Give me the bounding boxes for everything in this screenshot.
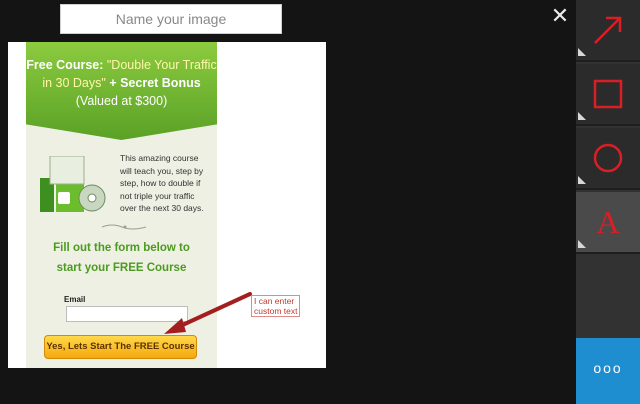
- text-icon: A: [596, 204, 620, 240]
- banner-quote-2: in 30 Days": [42, 76, 106, 90]
- close-icon[interactable]: ✕: [548, 4, 572, 28]
- arrow-tool-corner: [578, 48, 586, 56]
- annotation-text[interactable]: I can enter custom text: [251, 295, 301, 317]
- course-description: This amazing course will teach you, step…: [120, 153, 204, 213]
- square-icon: [593, 79, 623, 109]
- ornament-divider: [101, 224, 147, 230]
- rectangle-tool-corner: [578, 112, 586, 120]
- start-course-button: Yes, Lets Start The FREE Course: [44, 335, 197, 359]
- email-label: Email: [64, 295, 86, 304]
- image-canvas[interactable]: Free Course: "Double Your Traffic in 30 …: [8, 42, 326, 368]
- annotation-text-line2: custom text: [254, 306, 298, 316]
- banner-bonus: + Secret Bonus: [109, 76, 201, 90]
- rectangle-tool[interactable]: [576, 64, 640, 126]
- form-heading-line2: start your FREE Course: [56, 262, 187, 274]
- banner-text: Free Course: "Double Your Traffic in 30 …: [26, 56, 217, 110]
- ellipse-tool-corner: [578, 176, 586, 184]
- text-tool[interactable]: A: [576, 192, 640, 254]
- banner-free-course: Free Course:: [26, 58, 104, 72]
- image-name-input[interactable]: [61, 5, 281, 33]
- form-heading-line1: Fill out the form below to: [53, 242, 190, 254]
- arrow-tool[interactable]: [576, 0, 640, 62]
- banner-value: (Valued at $300): [75, 94, 168, 108]
- ellipse-tool[interactable]: [576, 128, 640, 190]
- more-icon: ooo: [593, 360, 623, 376]
- circle-icon: [593, 143, 623, 173]
- image-name-field[interactable]: [60, 4, 282, 34]
- product-box-image: [40, 156, 106, 212]
- arrow-icon: [594, 16, 622, 44]
- banner-quote-1: "Double Your Traffic: [106, 58, 217, 72]
- annotation-arrow[interactable]: [162, 288, 258, 338]
- more-options-button[interactable]: ooo: [576, 338, 640, 404]
- form-heading: Fill out the form below to start your FR…: [26, 238, 217, 278]
- tool-panel: A ooo: [576, 0, 640, 404]
- text-tool-corner: [578, 240, 586, 248]
- annotation-text-line1: I can enter: [254, 296, 295, 306]
